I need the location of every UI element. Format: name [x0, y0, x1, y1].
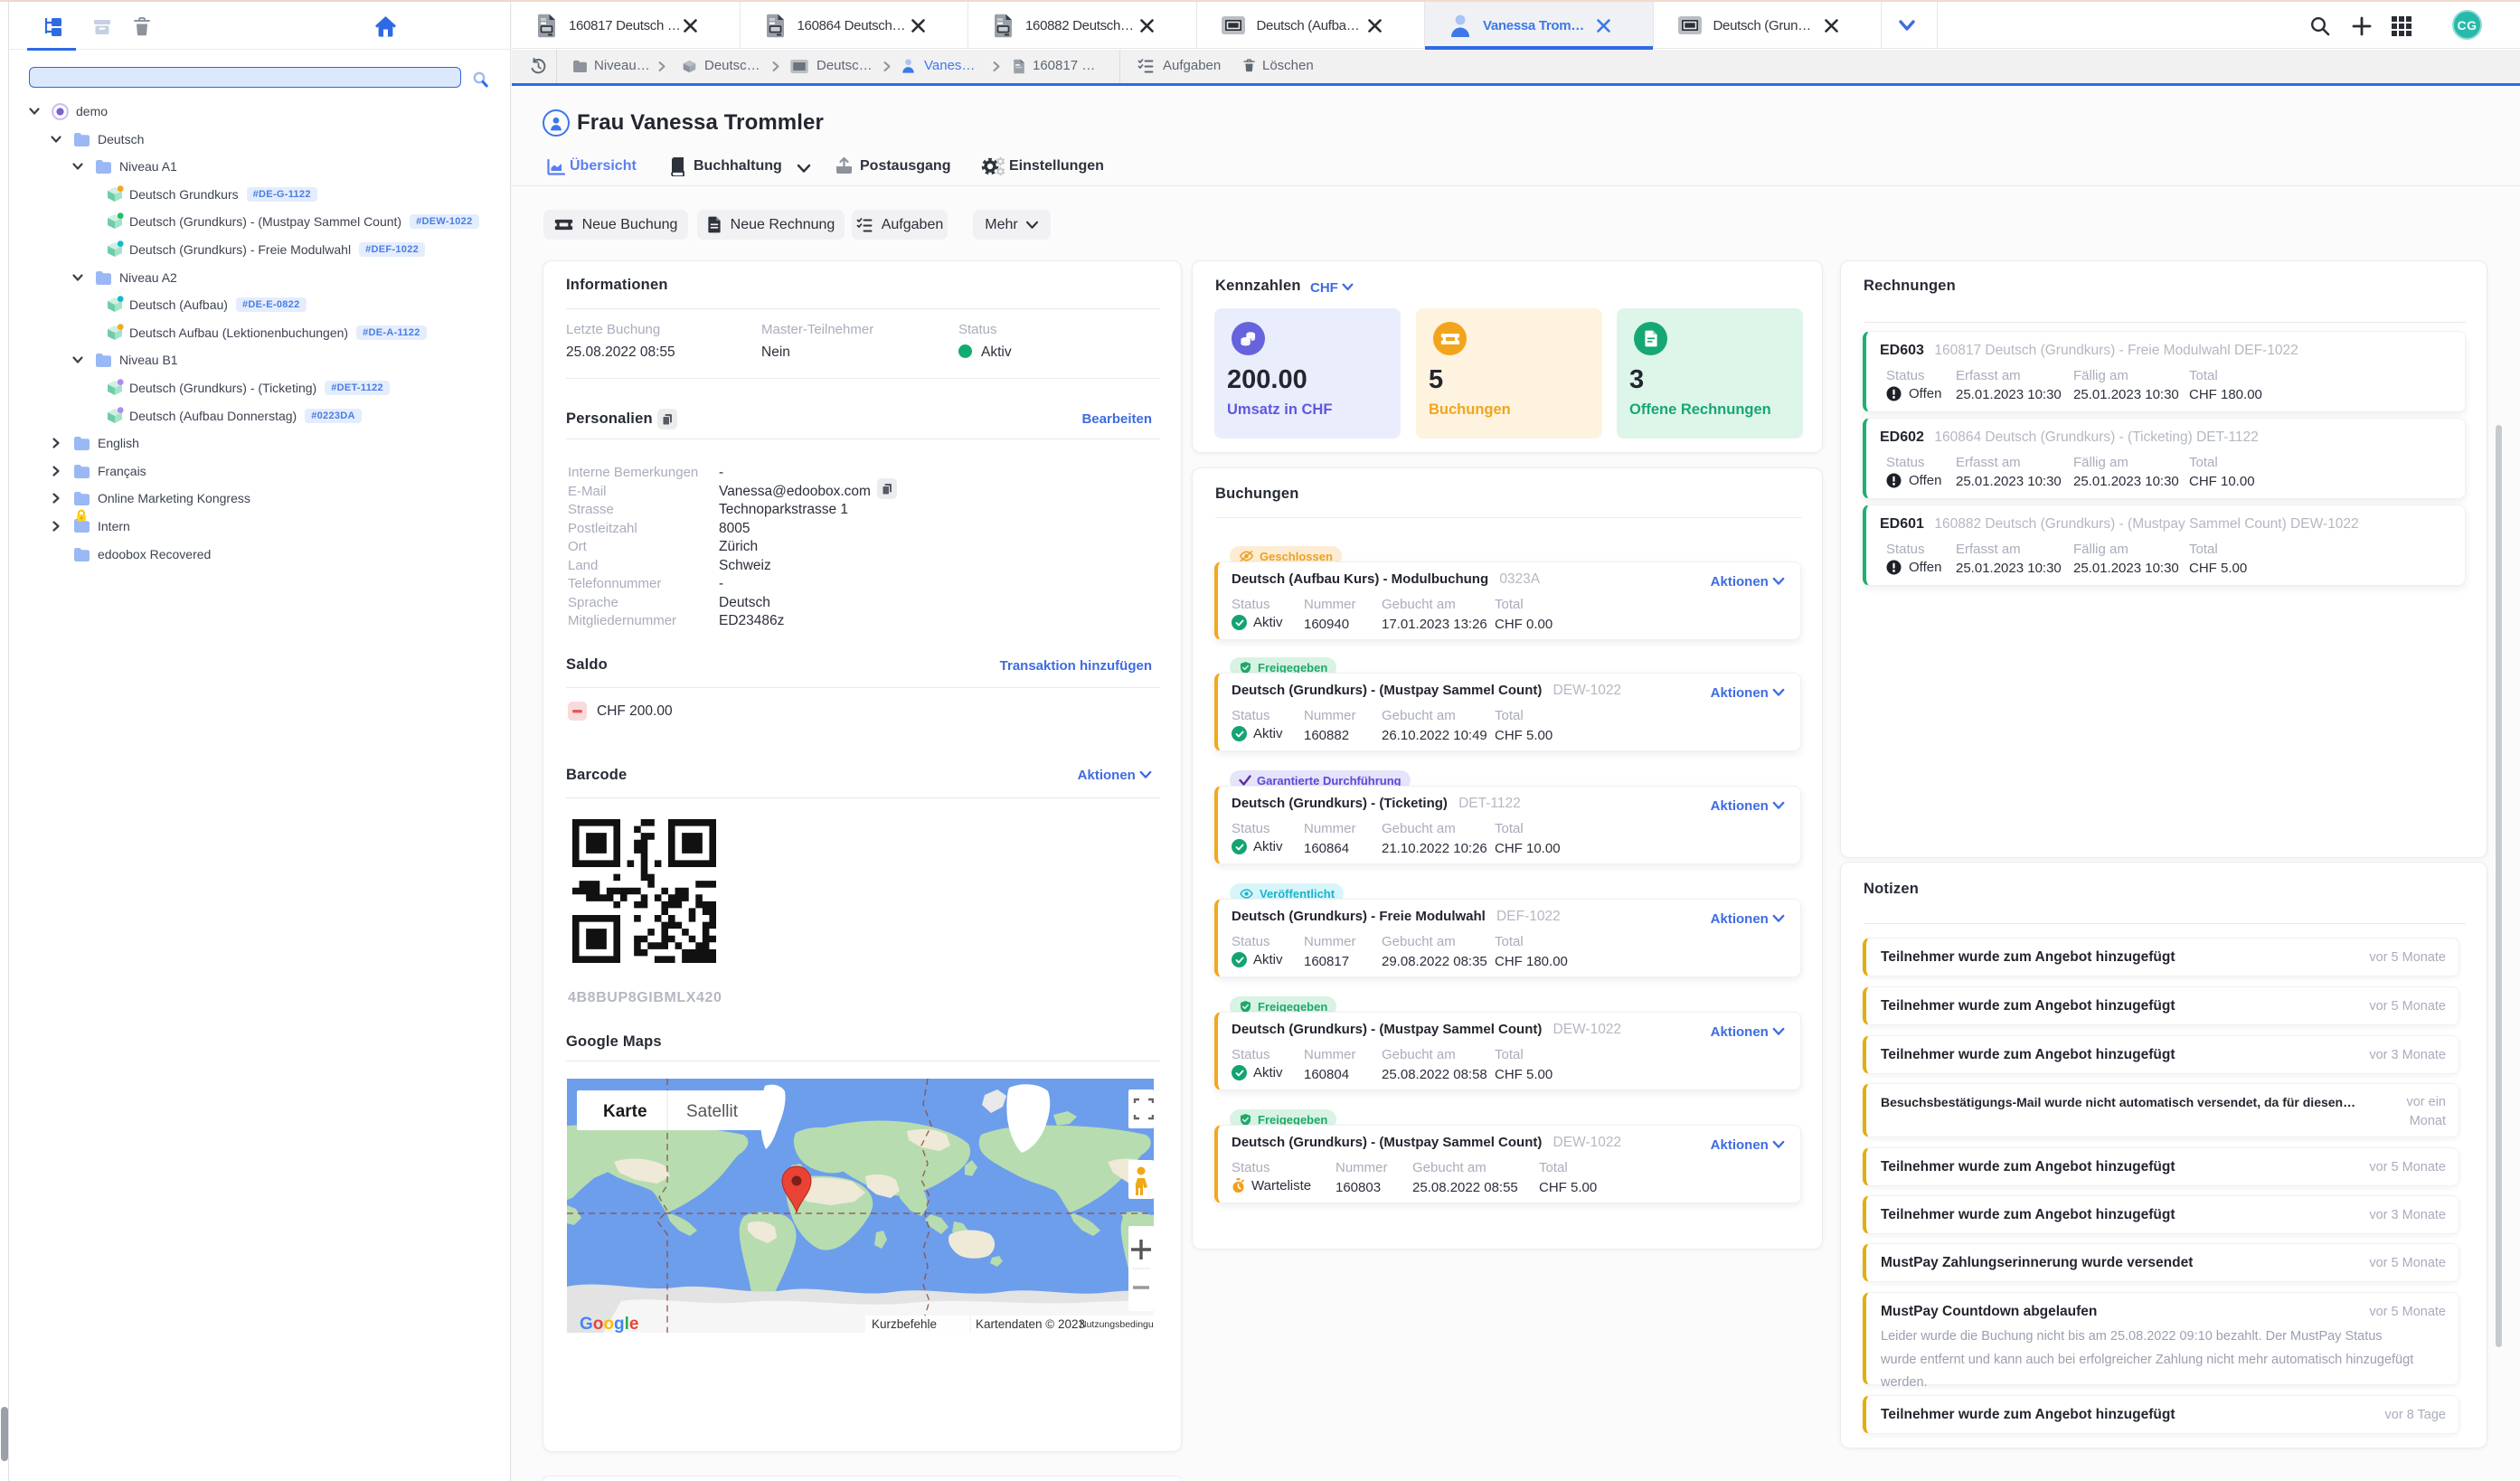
svg-text:Kurzbefehle: Kurzbefehle	[872, 1317, 937, 1331]
svg-text:Google: Google	[580, 1315, 638, 1333]
svg-text:Karte: Karte	[603, 1102, 647, 1121]
svg-text:Kartendaten © 2023: Kartendaten © 2023	[976, 1317, 1085, 1331]
svg-text:Nutzungsbedingungen: Nutzungsbedingungen	[1080, 1319, 1154, 1330]
svg-text:Satellit: Satellit	[686, 1102, 739, 1121]
